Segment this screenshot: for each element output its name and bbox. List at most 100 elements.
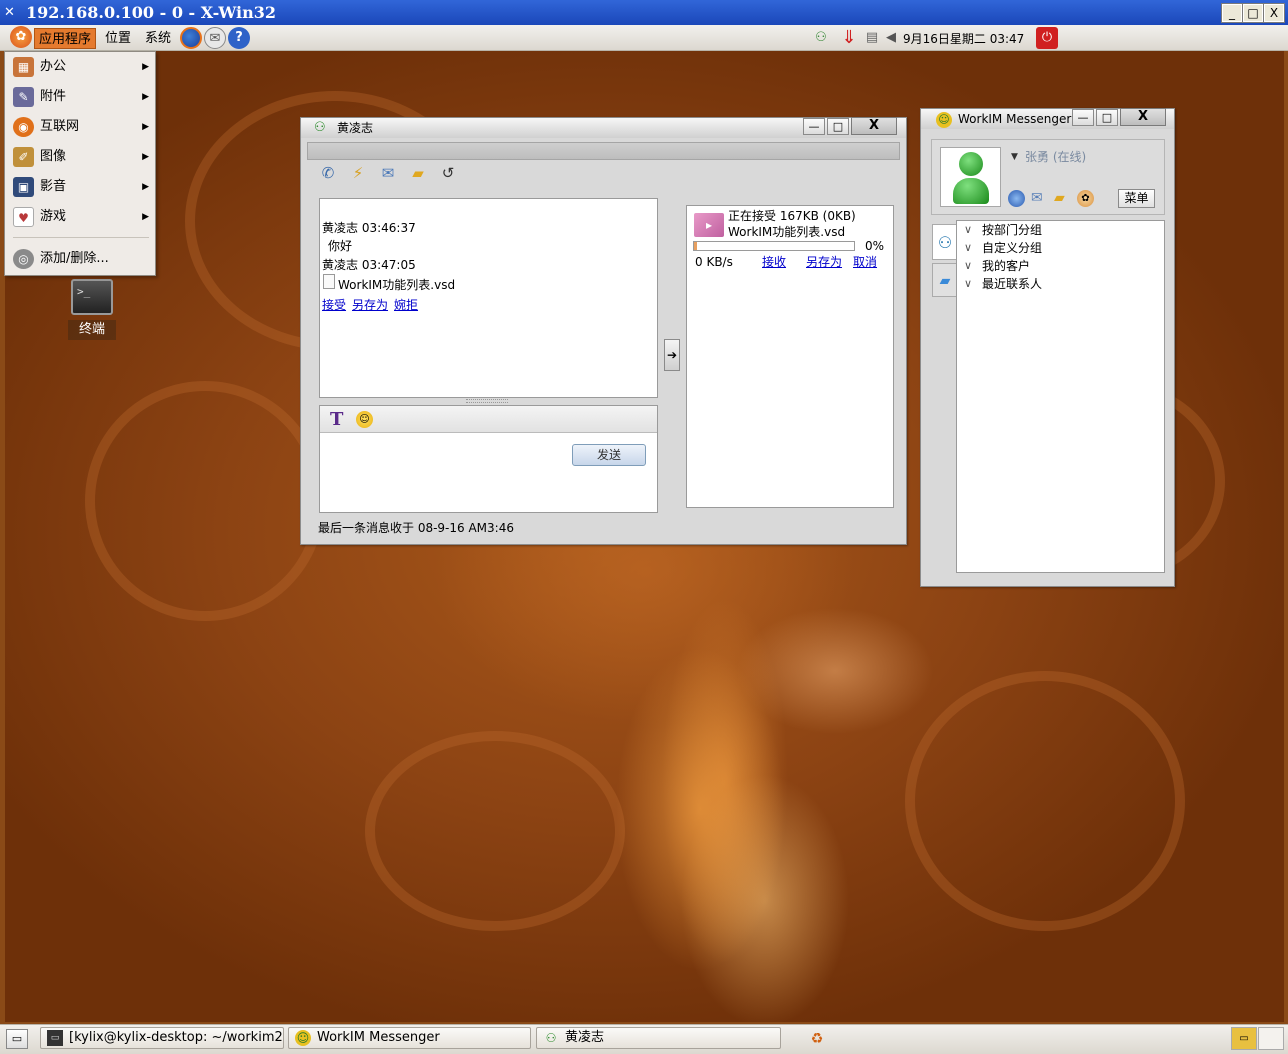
trash-icon[interactable]: ♻ [806,1029,828,1049]
menu-item-games[interactable]: ♥ 游戏 ▶ [5,202,155,232]
user-status[interactable]: 张勇 (在线) [1025,149,1086,165]
taskbar-item-terminal[interactable]: ▭ [kylix@kylix-desktop: ~/workim2-… [40,1027,284,1049]
menu-applications[interactable]: 应用程序 [34,28,97,49]
decline-file-link[interactable]: 婉拒 [394,296,418,313]
firefox-icon[interactable] [180,27,202,49]
menu-system[interactable]: 系统 [141,28,175,49]
avatar[interactable] [940,147,1001,207]
workim-app-icon: ☺ [295,1030,311,1046]
workim-app-icon: ☺ [936,112,952,128]
font-format-icon[interactable]: T [330,409,343,430]
workspace-switcher[interactable] [1258,1027,1284,1050]
email-icon[interactable]: ✉ [1031,190,1043,207]
submenu-arrow-icon: ▶ [142,152,149,162]
history-icon[interactable]: ↺ [438,163,458,183]
workspace-switcher-active[interactable]: ▭ [1231,1027,1257,1050]
group-label: 自定义分组 [982,241,1043,255]
help-icon[interactable]: ? [228,27,250,49]
menu-item-label: 游戏 [40,209,67,224]
multimedia-icon: ▣ [13,177,34,197]
show-desktop-icon[interactable]: ▭ [6,1029,28,1049]
transfer-progress-bar [693,241,855,251]
group-custom[interactable]: ∨ 自定义分组 [960,239,1042,257]
menu-item-add-remove[interactable]: ◎ 添加/删除... [5,244,155,274]
transfer-filename: WorkIM功能列表.vsd [728,225,846,239]
xwin-minimize-button[interactable]: _ [1221,3,1243,23]
menu-item-graphics[interactable]: ✐ 图像 ▶ [5,142,155,172]
globe-icon[interactable] [1008,190,1025,207]
status-dropdown-icon[interactable]: ▼ [1011,150,1018,164]
network-icon[interactable]: ⚇ [810,27,832,49]
accept-file-link[interactable]: 接受 [322,296,346,313]
xwin-maximize-button[interactable]: □ [1242,3,1264,23]
ubuntu-logo-icon[interactable]: ✿ [10,26,32,48]
transfer-percent: 0% [865,239,885,253]
palette-icon[interactable]: ✿ [1077,190,1094,207]
terminal-label[interactable]: 终端 [68,320,116,340]
xwin-close-button[interactable]: X [1263,3,1285,23]
save-as-link[interactable]: 另存为 [352,296,388,313]
games-icon: ♥ [13,207,34,227]
menu-item-label: 图像 [40,149,67,164]
menu-item-multimedia[interactable]: ▣ 影音 ▶ [5,172,155,202]
messenger-close-button[interactable]: X [1120,108,1166,126]
clock[interactable]: 9月16日星期二 03:47 [903,29,1024,49]
group-my-customers[interactable]: ∨ 我的客户 [960,257,1030,275]
group-label: 最近联系人 [982,277,1043,291]
chevron-down-icon: ∨ [964,223,973,236]
group-recent-contacts[interactable]: ∨ 最近联系人 [960,275,1042,293]
graphics-icon: ✐ [13,147,34,167]
submenu-arrow-icon: ▶ [142,212,149,222]
menu-item-label: 添加/删除... [40,251,109,266]
email-icon[interactable]: ✉ [378,163,398,183]
menu-places[interactable]: 位置 [101,28,135,49]
emoji-icon[interactable]: ☺ [356,411,373,428]
taskbar-item-chat[interactable]: ⚇ 黄凌志 [536,1027,781,1049]
send-button[interactable]: 发送 [572,444,646,466]
toggle-side-panel-button[interactable]: ➔ [664,339,680,371]
phone-icon[interactable]: ✆ [318,163,338,183]
shutdown-icon[interactable]: ⏻ [1036,27,1058,49]
messenger-minimize-button[interactable]: — [1072,109,1094,126]
update-icon[interactable]: ⇓ [838,27,860,49]
contacts-tab-icon[interactable]: ⚇ [932,224,958,260]
transfer-save-as-link[interactable]: 另存为 [806,254,842,270]
internet-icon: ◉ [13,117,34,137]
chat-minimize-button[interactable]: — [803,118,825,135]
folder-icon[interactable]: ▰ [408,163,428,183]
avatar-head [959,152,983,176]
add-remove-icon: ◎ [13,249,34,269]
wallpaper-flame [550,551,850,1021]
menu-item-office[interactable]: ▦ 办公 ▶ [5,52,155,82]
terminal-icon[interactable]: >_ [71,279,113,315]
group-by-department[interactable]: ∨ 按部门分组 [960,221,1042,239]
wallpaper-swirl [905,671,1185,931]
chat-status-bar: 最后一条消息收于 08-9-16 AM3:46 [318,521,514,535]
file-transfer-icon[interactable]: ⚡ [348,163,368,183]
volume-icon[interactable]: ◀︎ [880,27,902,49]
chevron-down-icon: ∨ [964,277,973,290]
folder-icon[interactable]: ▰ [1054,190,1065,207]
menu-item-accessories[interactable]: ✎ 附件 ▶ [5,82,155,112]
menu-item-label: 互联网 [40,119,80,134]
applications-menu: ▦ 办公 ▶ ✎ 附件 ▶ ◉ 互联网 ▶ ✐ 图像 ▶ ▣ 影音 ▶ ♥ 游戏… [4,51,156,276]
xwin32-icon[interactable]: ✕ [4,4,22,21]
menu-button[interactable]: 菜单 [1118,189,1155,208]
submenu-arrow-icon: ▶ [142,92,149,102]
transfer-cancel-link[interactable]: 取消 [853,254,877,270]
chat-app-icon: ⚇ [314,120,326,135]
groups-tab-icon[interactable]: ▰ [932,263,958,297]
mail-icon[interactable]: ✉ [204,27,226,49]
taskbar-item-messenger[interactable]: ☺ WorkIM Messenger [288,1027,531,1049]
terminal-icon: ▭ [47,1030,63,1046]
menu-item-label: 影音 [40,179,67,194]
menu-item-internet[interactable]: ◉ 互联网 ▶ [5,112,155,142]
chat-header-strip [307,142,900,160]
xwin-title: 192.168.0.100 - 0 - X-Win32 [26,3,277,22]
messenger-maximize-button[interactable]: □ [1096,109,1118,126]
chevron-down-icon: ∨ [964,241,973,254]
splitter-handle[interactable] [466,399,508,403]
chat-close-button[interactable]: X [851,117,897,135]
transfer-receive-link[interactable]: 接收 [762,254,786,270]
chat-maximize-button[interactable]: □ [827,118,849,135]
